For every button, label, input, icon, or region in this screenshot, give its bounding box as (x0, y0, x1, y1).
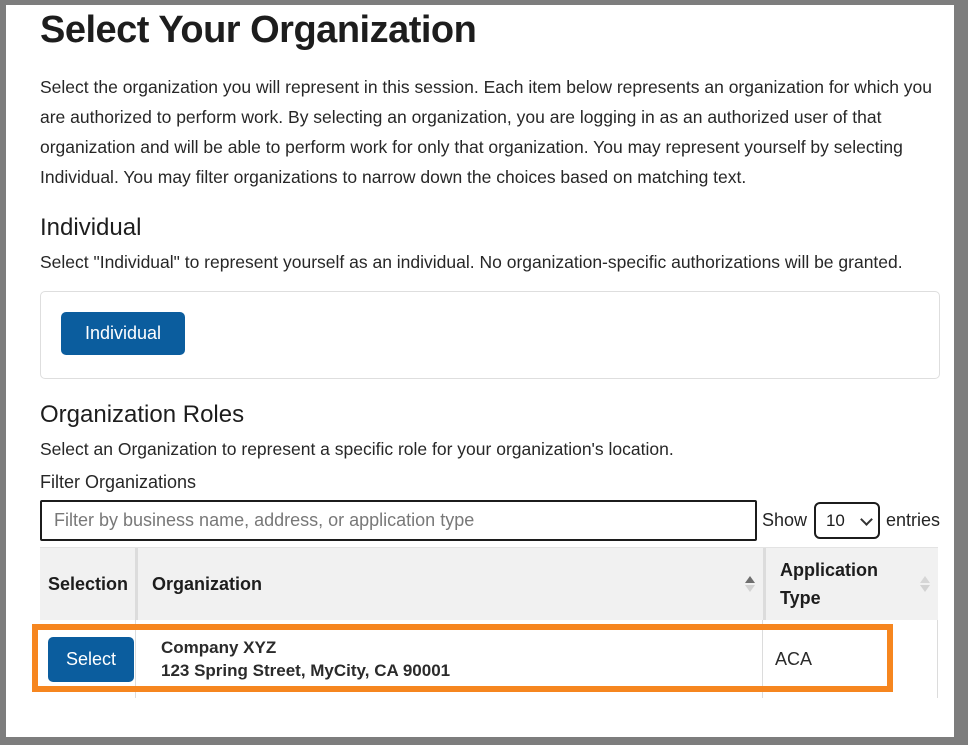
select-organization-button[interactable]: Select (48, 637, 134, 682)
individual-heading: Individual (40, 214, 940, 242)
page-title: Select Your Organization (40, 9, 940, 52)
filter-organizations-input[interactable] (40, 500, 757, 541)
sort-ascending-icon (745, 576, 755, 592)
show-label: Show (762, 510, 807, 531)
application-type-value: ACA (775, 649, 812, 670)
application-type-cell: ACA (762, 620, 937, 698)
organization-table: Selection Organization Application Type (40, 547, 938, 698)
filter-row: Show 10 entries (40, 500, 940, 541)
organization-cell: Company XYZ 123 Spring Street, MyCity, C… (135, 620, 762, 698)
individual-description: Select "Individual" to represent yoursel… (40, 247, 940, 277)
column-header-label: Application Type (780, 556, 920, 612)
entries-label: entries (886, 510, 940, 531)
column-header-application-type[interactable]: Application Type (763, 548, 938, 620)
individual-card: Individual (40, 291, 940, 379)
column-header-selection: Selection (40, 548, 135, 620)
sort-unsorted-icon (920, 576, 930, 592)
column-header-organization[interactable]: Organization (135, 548, 763, 620)
individual-button[interactable]: Individual (61, 312, 185, 355)
page-frame: Select Your Organization Select the orga… (0, 0, 968, 745)
intro-text: Select the organization you will represe… (40, 72, 940, 192)
column-header-label: Organization (152, 574, 745, 595)
sort-arrow-down (745, 585, 755, 592)
organization-name: Company XYZ (161, 638, 762, 658)
table-header-row: Selection Organization Application Type (40, 548, 938, 620)
table-row: Select Company XYZ 123 Spring Street, My… (40, 620, 938, 698)
column-header-label: Selection (48, 574, 128, 595)
filter-organizations-label: Filter Organizations (40, 472, 940, 493)
sort-arrow-up (745, 576, 755, 583)
selection-cell: Select (40, 620, 135, 698)
page-content: Select Your Organization Select the orga… (40, 9, 940, 698)
organization-roles-heading: Organization Roles (40, 401, 940, 429)
page-size-select-wrap: 10 (814, 502, 880, 539)
organization-address: 123 Spring Street, MyCity, CA 90001 (161, 661, 762, 681)
organization-roles-description: Select an Organization to represent a sp… (40, 434, 940, 464)
sort-arrow-down (920, 585, 930, 592)
page-size-select[interactable]: 10 (814, 502, 880, 539)
sort-arrow-up (920, 576, 930, 583)
